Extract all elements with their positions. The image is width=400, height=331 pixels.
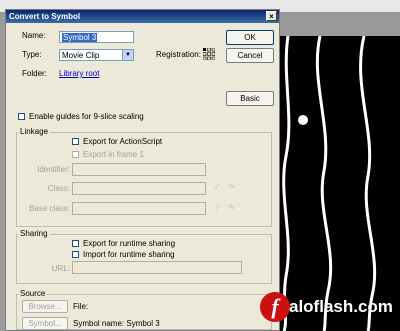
dialog-title: Convert to Symbol: [9, 12, 81, 21]
class-input[interactable]: [72, 182, 206, 195]
base-class-input[interactable]: [72, 202, 206, 215]
name-input[interactable]: Symbol 3: [59, 31, 134, 43]
ok-button[interactable]: OK: [226, 30, 274, 45]
stage-canvas[interactable]: [280, 36, 400, 331]
type-label: Type:: [22, 50, 42, 59]
stage-artwork: [282, 36, 377, 331]
folder-label: Folder:: [22, 69, 47, 78]
edit-class-icon[interactable]: ✎: [228, 182, 235, 191]
basic-button[interactable]: Basic: [226, 91, 274, 106]
source-file-label: File:: [73, 302, 89, 311]
export-frame1-label: Export in frame 1: [83, 150, 144, 159]
cancel-button[interactable]: Cancel: [226, 48, 274, 63]
source-title: Source: [18, 289, 48, 299]
export-runtime-label: Export for runtime sharing: [83, 239, 176, 248]
validate-class-icon[interactable]: ✓: [214, 182, 221, 191]
export-runtime-checkbox[interactable]: [72, 240, 79, 247]
wavy-line-2: [315, 36, 333, 331]
validate-base-class-icon[interactable]: ✓: [214, 203, 221, 212]
url-label: URL:: [51, 264, 70, 273]
symbol-button[interactable]: Symbol...: [22, 317, 68, 330]
wavy-line-3: [359, 36, 377, 331]
source-symbol-name: Symbol name: Symbol 3: [73, 319, 160, 328]
wavy-line-1: [282, 36, 291, 331]
folder-link[interactable]: Library root: [59, 69, 99, 79]
sharing-title: Sharing: [18, 229, 50, 239]
convert-to-symbol-dialog: Convert to Symbol × Name: Symbol 3 Type:…: [5, 9, 280, 331]
type-select[interactable]: Movie Clip ▼: [59, 49, 134, 61]
flash-logo-icon: f: [260, 292, 290, 322]
chevron-down-icon[interactable]: ▼: [122, 50, 133, 60]
close-button[interactable]: ×: [266, 11, 277, 21]
browse-button[interactable]: Browse...: [22, 300, 68, 313]
export-actionscript-label: Export for ActionScript: [83, 137, 163, 146]
name-input-value: Symbol 3: [62, 33, 98, 42]
import-runtime-label: Import for runtime sharing: [83, 250, 175, 259]
watermark-text: aloflash.com: [289, 297, 393, 316]
url-input[interactable]: [72, 261, 242, 274]
type-select-value: Movie Clip: [62, 51, 100, 60]
name-label: Name:: [22, 31, 46, 40]
cursor-icon: [298, 115, 308, 125]
nine-slice-label: Enable guides for 9-slice scaling: [29, 112, 144, 121]
export-frame1-checkbox[interactable]: [72, 151, 79, 158]
registration-grid-icon[interactable]: [202, 47, 216, 61]
nine-slice-checkbox[interactable]: [18, 113, 25, 120]
registration-label: Registration:: [156, 50, 201, 59]
base-class-label: Base class:: [29, 204, 70, 213]
class-label: Class:: [47, 184, 70, 193]
identifier-input[interactable]: [72, 163, 206, 176]
import-runtime-checkbox[interactable]: [72, 251, 79, 258]
identifier-label: Identifier:: [37, 165, 70, 174]
edit-base-class-icon[interactable]: ✎: [228, 203, 235, 212]
export-actionscript-checkbox[interactable]: [72, 138, 79, 145]
linkage-title: Linkage: [18, 127, 51, 137]
dialog-titlebar: Convert to Symbol ×: [6, 10, 279, 23]
